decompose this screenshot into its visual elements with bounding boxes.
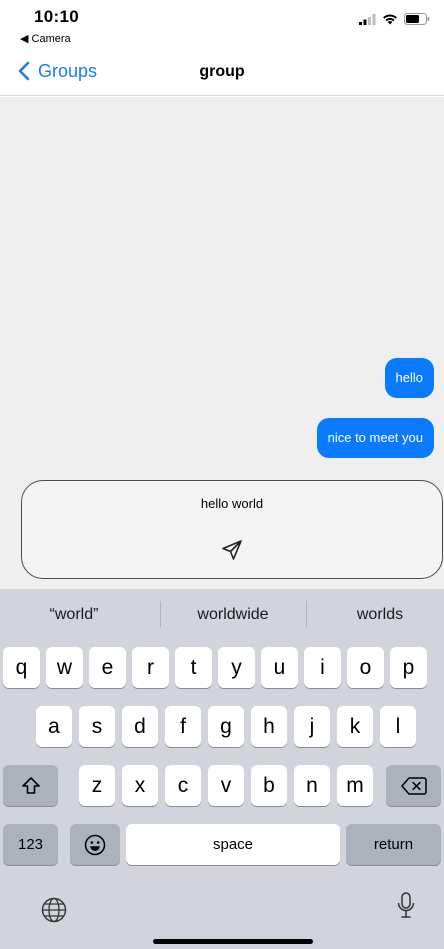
return-key[interactable]: return (346, 824, 441, 865)
message-input[interactable]: hello world (22, 496, 442, 511)
globe-icon[interactable] (40, 896, 68, 924)
key-x[interactable]: x (122, 765, 158, 806)
signal-icon (359, 13, 376, 25)
shift-icon (21, 777, 40, 794)
shift-key[interactable] (3, 765, 58, 806)
status-icons (359, 13, 430, 25)
status-bar: 10:10 ◀ Camera (0, 0, 444, 50)
key-d[interactable]: d (122, 706, 158, 747)
message-bubble: nice to meet you (316, 418, 434, 458)
space-key[interactable]: space (126, 824, 340, 865)
key-i[interactable]: i (304, 647, 341, 688)
key-l[interactable]: l (380, 706, 416, 747)
message-bubble: hello (384, 358, 434, 398)
key-q[interactable]: q (3, 647, 40, 688)
key-m[interactable]: m (337, 765, 373, 806)
suggestion-item[interactable]: worldwide (160, 589, 306, 639)
key-f[interactable]: f (165, 706, 201, 747)
key-k[interactable]: k (337, 706, 373, 747)
message-composer[interactable]: hello world (21, 480, 443, 579)
key-b[interactable]: b (251, 765, 287, 806)
back-button-label: Groups (38, 60, 98, 81)
key-j[interactable]: j (294, 706, 330, 747)
key-g[interactable]: g (208, 706, 244, 747)
key-z[interactable]: z (79, 765, 115, 806)
key-o[interactable]: o (347, 647, 384, 688)
key-r[interactable]: r (132, 647, 169, 688)
chevron-left-icon (18, 61, 30, 81)
key-t[interactable]: t (175, 647, 212, 688)
suggestion-item[interactable]: worlds (306, 589, 444, 639)
microphone-icon[interactable] (396, 891, 416, 921)
key-y[interactable]: y (218, 647, 255, 688)
keyboard: “world” worldwide worlds q w e r t y u i… (0, 589, 444, 949)
key-p[interactable]: p (390, 647, 427, 688)
home-indicator[interactable] (153, 939, 313, 944)
key-h[interactable]: h (251, 706, 287, 747)
key-n[interactable]: n (294, 765, 330, 806)
suggestion-item[interactable]: “world” (0, 589, 148, 639)
status-time: 10:10 (34, 7, 79, 26)
key-u[interactable]: u (261, 647, 298, 688)
key-s[interactable]: s (79, 706, 115, 747)
key-e[interactable]: e (89, 647, 126, 688)
numbers-key[interactable]: 123 (3, 824, 58, 865)
wifi-icon (383, 14, 397, 25)
emoji-key[interactable] (70, 824, 120, 865)
emoji-icon (84, 834, 106, 856)
battery-icon (404, 13, 430, 25)
backspace-key[interactable] (386, 765, 441, 806)
key-w[interactable]: w (46, 647, 83, 688)
send-icon[interactable] (220, 538, 244, 562)
key-c[interactable]: c (165, 765, 201, 806)
key-a[interactable]: a (36, 706, 72, 747)
suggestion-bar: “world” worldwide worlds (0, 589, 444, 639)
key-v[interactable]: v (208, 765, 244, 806)
backspace-icon (400, 777, 427, 795)
back-button[interactable]: Groups (14, 60, 97, 82)
status-back-app[interactable]: ◀ Camera (20, 32, 71, 45)
navigation-bar: Groups group (0, 50, 444, 96)
